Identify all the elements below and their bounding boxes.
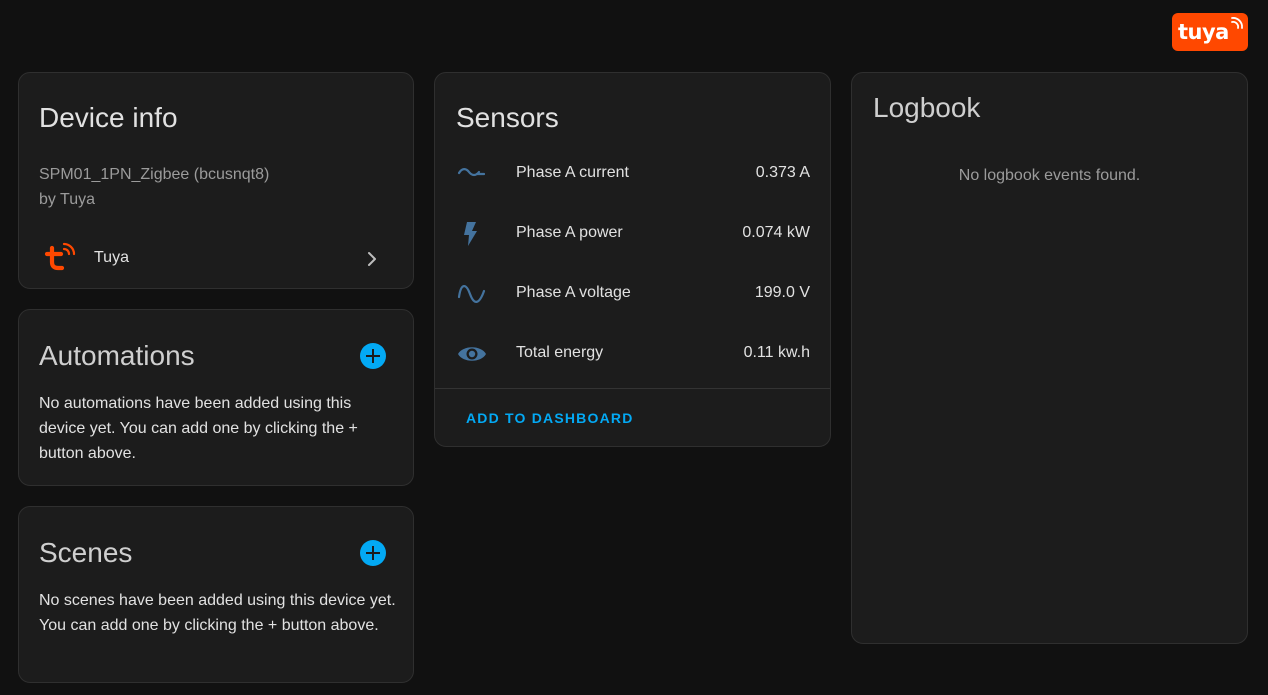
device-info-card: Device info SPM01_1PN_Zigbee (bcusnqt8) … [18, 72, 414, 289]
sensor-name: Phase A current [516, 164, 629, 181]
sine-wave-icon [457, 281, 487, 312]
logbook-title: Logbook [873, 92, 981, 123]
sensor-value: 0.11 kw.h [743, 344, 810, 361]
sensors-title: Sensors [456, 102, 559, 133]
card-divider [435, 388, 830, 389]
sensor-row-phase-a-current[interactable]: Phase A current 0.373 A [435, 153, 830, 193]
tuya-brand-logo: tuya [1172, 13, 1248, 51]
automations-empty-text: No automations have been added using thi… [39, 395, 358, 462]
sensors-card: Sensors Phase A current 0.373 A Phase A … [434, 72, 831, 447]
brand-logo-text: tuya [1178, 19, 1229, 44]
current-ac-icon [457, 161, 486, 190]
scenes-card: Scenes No scenes have been added using t… [18, 506, 414, 683]
device-model-info: SPM01_1PN_Zigbee (bcusnqt8) by Tuya [39, 162, 269, 212]
scenes-title: Scenes [39, 537, 133, 568]
sensor-name: Total energy [516, 344, 604, 361]
logbook-empty-text: No logbook events found. [958, 167, 1141, 184]
flash-icon [457, 221, 485, 252]
sensor-value: 199.0 V [754, 284, 810, 301]
sensor-value: 0.074 kW [742, 224, 810, 241]
add-scene-button[interactable] [360, 540, 386, 566]
chevron-right-icon [365, 250, 379, 273]
sensor-value: 0.373 A [755, 164, 810, 181]
tuya-logo-icon [43, 240, 77, 279]
sensor-name: Phase A voltage [516, 284, 631, 301]
sensor-row-phase-a-voltage[interactable]: Phase A voltage 199.0 V [435, 273, 830, 313]
device-model: SPM01_1PN_Zigbee (bcusnqt8) [39, 166, 270, 183]
device-page: tuya Device info SPM01_1PN_Zigbee (bcusn… [0, 0, 1268, 695]
sensor-name: Phase A power [516, 224, 623, 241]
sensor-row-phase-a-power[interactable]: Phase A power 0.074 kW [435, 213, 830, 253]
eye-icon [457, 341, 487, 372]
device-info-title: Device info [39, 102, 178, 133]
add-to-dashboard-button[interactable]: ADD TO DASHBOARD [466, 410, 634, 426]
automations-title: Automations [39, 340, 195, 371]
device-manufacturer: by Tuya [39, 191, 96, 208]
integration-link-tuya[interactable]: Tuya [19, 236, 413, 282]
scenes-empty-text: No scenes have been added using this dev… [39, 592, 396, 634]
logbook-card: Logbook No logbook events found. [851, 72, 1248, 644]
signal-waves-icon [1231, 17, 1243, 29]
add-automation-button[interactable] [360, 343, 386, 369]
sensor-row-total-energy[interactable]: Total energy 0.11 kw.h [435, 333, 830, 373]
integration-name: Tuya [94, 249, 129, 266]
automations-card: Automations No automations have been add… [18, 309, 414, 486]
